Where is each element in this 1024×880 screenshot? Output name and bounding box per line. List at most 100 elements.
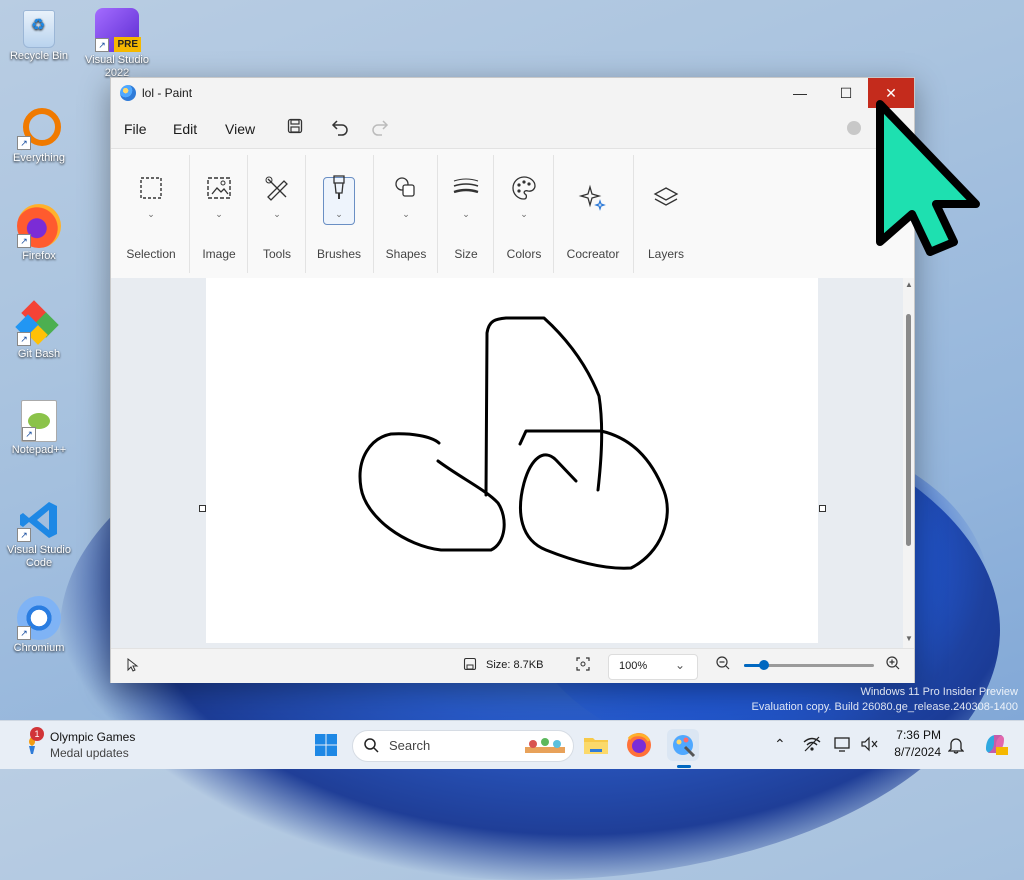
undo-icon[interactable] [331,118,349,141]
widgets-button[interactable]: 1 Olympic Games Medal updates [20,727,160,763]
chevron-down-icon: ⌄ [462,209,470,219]
ribbon-group-image[interactable]: ⌄ Image [191,149,247,279]
shortcut-arrow-icon: ↗ [95,38,109,52]
scrollbar-thumb[interactable] [906,314,911,546]
zoom-slider-track[interactable] [744,660,874,670]
shapes-icon [395,177,415,197]
menu-edit[interactable]: Edit [173,121,197,137]
chevron-down-icon: ⌄ [147,209,155,219]
desktop-icon-vscode[interactable]: ↗ Visual Studio Code [4,498,74,570]
shortcut-arrow-icon: ↗ [22,427,36,441]
resize-handle-left[interactable] [199,505,206,512]
title-bar[interactable]: lol - Paint — ☐ ✕ [111,78,914,108]
maximize-button[interactable]: ☐ [823,78,869,108]
display-icon[interactable] [834,736,852,755]
menu-file[interactable]: File [124,121,147,137]
chevron-down-icon: ⌄ [520,209,528,219]
palette-icon [512,176,536,200]
ribbon-separator [373,155,374,273]
save-icon[interactable] [287,118,303,139]
ribbon-label: Size [454,247,478,261]
ribbon-group-brushes[interactable]: ⌄ Brushes [307,149,371,279]
recycle-bin-icon: ♻ [23,10,55,48]
desktop-icon-label: Chromium [13,642,65,654]
clock-time[interactable]: 7:36 PM [893,728,941,742]
chevron-down-icon: ⌄ [273,209,281,219]
paint-app-icon [120,85,136,101]
ribbon-group-tools[interactable]: ⌄ Tools [249,149,305,279]
scroll-down-icon[interactable]: ▼ [905,634,913,643]
zoom-out-icon[interactable] [715,655,731,674]
shortcut-arrow-icon: ↗ [17,332,31,346]
desktop-icon-git-bash[interactable]: ↗ Git Bash [4,300,74,361]
zoom-in-icon[interactable] [885,655,901,674]
file-size-icon [463,657,477,674]
redo-icon[interactable] [371,118,389,141]
tools-icon [265,176,288,201]
taskbar-firefox-icon[interactable] [623,729,655,761]
pointer-position-icon [127,657,139,675]
fit-to-window-icon[interactable] [575,656,591,675]
ribbon-group-shapes[interactable]: ⌄ Shapes [375,149,437,279]
desktop-icon-chromium[interactable]: ↗ Chromium [4,596,74,655]
drawing-canvas[interactable] [206,278,818,643]
ribbon-group-cocreator[interactable]: Cocreator [555,149,631,279]
ribbon-separator [305,155,306,273]
vertical-scrollbar[interactable]: ▲ ▼ [903,278,914,648]
ribbon-label: Cocreator [566,247,620,261]
zoom-value: 100% [619,660,648,672]
zoom-select[interactable]: 100% ⌄ [608,654,698,680]
ribbon-label: Selection [126,247,176,261]
network-icon[interactable] [803,736,821,755]
copilot-icon[interactable] [982,731,1008,760]
ribbon-group-layers[interactable]: Layers [635,149,697,279]
desktop-icon-label: Everything [13,152,65,164]
window-title: lol - Paint [142,86,193,100]
widget-title: Olympic Games [50,730,136,744]
chevron-down-icon: ⌄ [675,658,686,672]
ribbon-separator [633,155,634,273]
search-icon [363,737,379,756]
zoom-slider-thumb[interactable] [759,660,769,670]
paint-window: lol - Paint — ☐ ✕ File Edit View ⌄ Selec… [110,77,915,683]
clock-date[interactable]: 8/7/2024 [893,745,941,759]
taskbar-file-explorer-icon[interactable] [580,729,612,761]
freehand-drawing [358,316,669,570]
desktop-icon-firefox[interactable]: ↗ Firefox [4,204,74,263]
ribbon-separator [247,155,248,273]
notification-bell-icon[interactable] [947,736,965,757]
start-windows-icon[interactable] [314,733,338,760]
show-hidden-icons-chevron-up-icon[interactable]: ⌃ [774,736,786,753]
ribbon-group-size[interactable]: ⌄ Size [439,149,493,279]
resize-handle-right[interactable] [819,505,826,512]
account-icon[interactable] [847,121,861,135]
search-highlight-icon [523,735,567,757]
desktop-icon-label: Git Bash [17,348,61,360]
desktop-icon-recycle-bin[interactable]: ♻ Recycle Bin [4,10,74,63]
taskbar-paint-icon[interactable] [667,729,699,761]
ribbon-separator [553,155,554,273]
ribbon-label: Tools [262,247,291,261]
desktop-icon-label: Notepad++ [11,444,67,456]
desktop-icon-visual-studio[interactable]: PRE ↗ Visual Studio 2022 [82,8,152,80]
selection-icon [140,177,162,199]
watermark-edition: Windows 11 Pro Insider Preview [860,686,1018,698]
scroll-up-icon[interactable]: ▲ [905,280,913,289]
git-bash-icon: ↗ [15,300,61,346]
volume-muted-icon[interactable] [860,736,878,755]
desktop-icon-everything[interactable]: ↗ Everything [4,106,74,165]
ribbon-group-selection[interactable]: ⌄ Selection [113,149,189,279]
minimize-button[interactable]: — [777,78,823,108]
ribbon-group-colors[interactable]: ⌄ Colors [495,149,553,279]
desktop-icon-label: Visual Studio Code [6,544,71,569]
shortcut-arrow-icon: ↗ [17,528,31,542]
vscode-icon: ↗ [17,498,61,542]
search-placeholder: Search [389,738,431,753]
taskbar-search-box[interactable]: Search [352,730,574,762]
notification-badge: 1 [30,727,44,741]
chromium-icon: ↗ [17,596,61,640]
brush-icon [333,175,345,199]
menu-view[interactable]: View [225,121,255,137]
desktop-icon-notepad-plus-plus[interactable]: ↗ Notepad++ [4,400,74,457]
ribbon-label: Brushes [316,247,362,261]
